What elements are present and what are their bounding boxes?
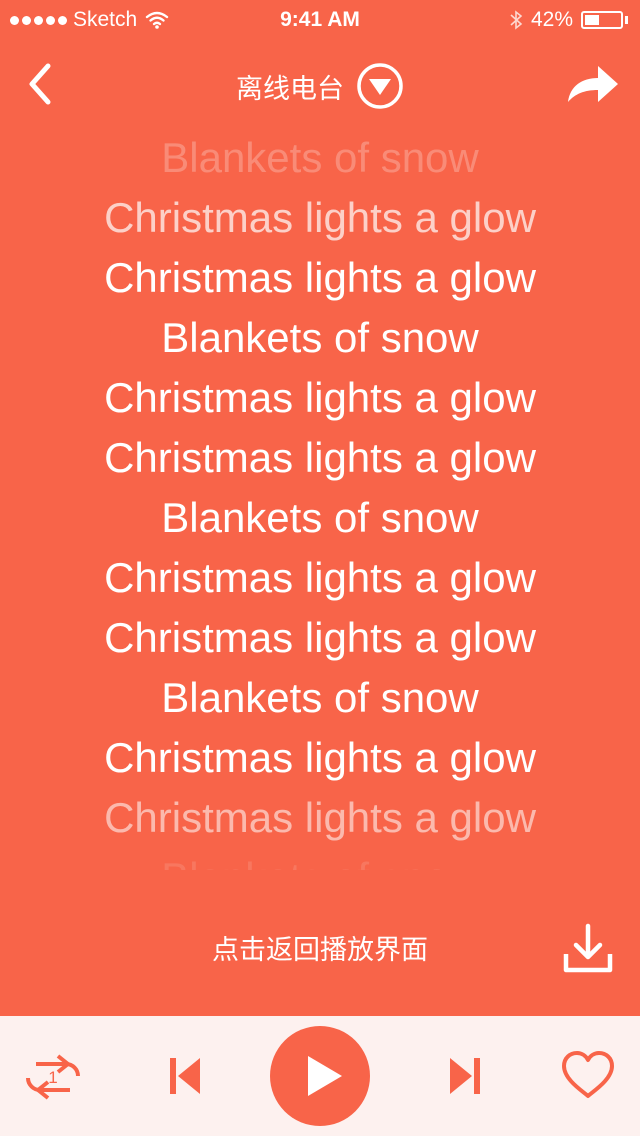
lyric-line: Christmas lights a glow bbox=[104, 554, 536, 601]
lyric-line: Christmas lights a glow bbox=[104, 734, 536, 781]
battery-icon bbox=[581, 11, 623, 29]
share-icon bbox=[568, 66, 618, 102]
skip-previous-icon bbox=[170, 1058, 200, 1094]
battery-level bbox=[585, 15, 600, 25]
lyric-line: Blankets of snow bbox=[161, 494, 479, 541]
favorite-button[interactable] bbox=[560, 1050, 616, 1100]
lyric-line: Christmas lights a glow bbox=[104, 614, 536, 661]
repeat-one-button[interactable]: 1 bbox=[22, 1050, 84, 1102]
hint-row: 点击返回播放界面 bbox=[0, 910, 640, 980]
player-controls: 1 bbox=[0, 1016, 640, 1136]
nav-bar: 离线电台 bbox=[0, 40, 640, 128]
lyric-line: Christmas lights a glow bbox=[104, 374, 536, 421]
play-button[interactable] bbox=[270, 1026, 370, 1126]
lyric-line: Christmas lights a glow bbox=[104, 194, 536, 241]
return-to-player-link[interactable]: 点击返回播放界面 bbox=[0, 928, 640, 967]
nav-title: 离线电台 bbox=[236, 73, 344, 104]
skip-next-icon bbox=[450, 1058, 480, 1094]
lyrics-list[interactable]: Blankets of snow Christmas lights a glow C… bbox=[0, 128, 640, 870]
lyric-line: Blankets of snow bbox=[161, 314, 479, 361]
status-bar: Sketch 9:41 AM 42% bbox=[0, 0, 640, 40]
lyric-line: Christmas lights a glow bbox=[104, 794, 536, 841]
repeat-badge: 1 bbox=[48, 1068, 57, 1087]
repeat-one-icon: 1 bbox=[26, 1054, 80, 1100]
next-button[interactable] bbox=[446, 1054, 482, 1098]
play-icon bbox=[308, 1056, 342, 1096]
lyric-line: Blankets of snow bbox=[161, 134, 479, 181]
lyric-line: Christmas lights a glow bbox=[104, 434, 536, 481]
previous-button[interactable] bbox=[168, 1054, 204, 1098]
lyric-line: Blankets of snow bbox=[161, 674, 479, 721]
download-icon bbox=[563, 923, 613, 973]
nav-title-group[interactable]: 离线电台 bbox=[0, 62, 640, 110]
status-right: 42% bbox=[509, 8, 628, 32]
heart-icon bbox=[562, 1051, 614, 1098]
bluetooth-icon bbox=[510, 10, 523, 30]
battery-percent: 42% bbox=[530, 8, 573, 31]
download-button[interactable] bbox=[560, 920, 616, 976]
lyric-line: Christmas lights a glow bbox=[104, 254, 536, 301]
circle-dropdown-icon[interactable] bbox=[356, 62, 404, 110]
lyric-line: Blankets of snow bbox=[0, 848, 640, 870]
battery-tip bbox=[625, 16, 628, 24]
share-button[interactable] bbox=[564, 60, 620, 108]
